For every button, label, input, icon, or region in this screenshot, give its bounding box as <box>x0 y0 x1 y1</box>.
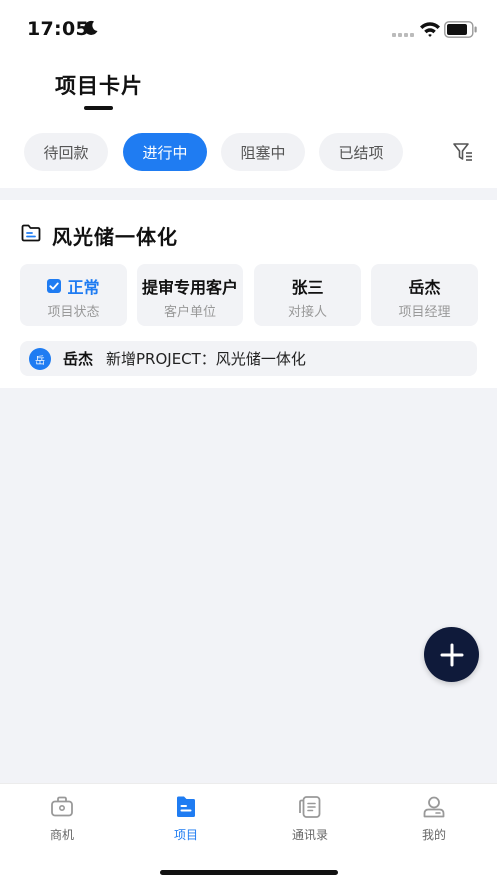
client-box: 提审专用客户 客户单位 <box>137 264 243 326</box>
page-title: 项目卡片 <box>55 74 143 98</box>
nav-label-profile: 我的 <box>421 828 446 842</box>
checkbox-icon <box>47 279 62 293</box>
nav-item-contacts[interactable]: 通讯录 <box>270 794 350 843</box>
log-text: 新增PROJECT：风光储一体化 <box>106 350 306 368</box>
project-status-label: 项目状态 <box>47 305 100 320</box>
tab-in-progress[interactable]: 进行中 <box>123 133 207 171</box>
wifi-icon <box>420 22 440 37</box>
activity-log-row: 岳 岳杰 新增PROJECT：风光储一体化 <box>20 341 477 376</box>
manager-value: 岳杰 <box>408 278 441 297</box>
manager-box: 岳杰 项目经理 <box>371 264 478 326</box>
signal-icon <box>392 33 414 37</box>
header: 项目卡片 待回款 进行中 阻塞中 已结项 <box>0 58 497 188</box>
briefcase-icon <box>51 796 73 817</box>
profile-icon <box>423 796 445 818</box>
home-indicator <box>160 870 338 875</box>
project-doc-icon <box>177 796 195 817</box>
plus-icon <box>440 643 463 666</box>
nav-label-contacts: 通讯录 <box>291 828 328 842</box>
client-label: 客户单位 <box>163 305 216 320</box>
nav-label-opportunities: 商机 <box>49 828 74 842</box>
tab-blocked[interactable]: 阻塞中 <box>221 133 305 171</box>
tab-pending-payment[interactable]: 待回款 <box>24 133 108 171</box>
folder-icon <box>21 224 41 242</box>
bottom-nav: 商机 项目 通讯录 我的 <box>0 783 497 883</box>
manager-label: 项目经理 <box>398 305 451 320</box>
filter-icon[interactable] <box>452 141 474 163</box>
nav-item-profile[interactable]: 我的 <box>394 794 474 843</box>
nav-item-opportunities[interactable]: 商机 <box>22 794 102 843</box>
title-underline <box>84 106 113 110</box>
status-text: 正常 <box>67 278 100 297</box>
status-bar: 17:05 <box>0 0 497 58</box>
status-time: 17:05 <box>27 18 89 40</box>
log-user: 岳杰 <box>63 350 94 368</box>
project-status-value: 正常 <box>20 274 127 298</box>
add-project-button[interactable] <box>424 627 479 682</box>
battery-icon <box>444 21 477 38</box>
project-name: 风光储一体化 <box>52 225 178 249</box>
contact-value: 张三 <box>291 278 324 297</box>
contact-label: 对接人 <box>287 305 327 320</box>
client-value: 提审专用客户 <box>141 278 238 297</box>
contacts-icon <box>299 796 321 818</box>
project-card[interactable]: 风光储一体化 正常 项目状态 提审专用客户 客户单位 张三 对接人 岳杰 项目经… <box>0 200 497 388</box>
moon-icon <box>84 20 98 35</box>
nav-label-projects: 项目 <box>173 828 198 842</box>
contact-box: 张三 对接人 <box>254 264 361 326</box>
tab-closed[interactable]: 已结项 <box>319 133 403 171</box>
project-status-box: 正常 项目状态 <box>20 264 127 326</box>
nav-item-projects[interactable]: 项目 <box>146 794 226 843</box>
avatar: 岳 <box>29 348 51 370</box>
